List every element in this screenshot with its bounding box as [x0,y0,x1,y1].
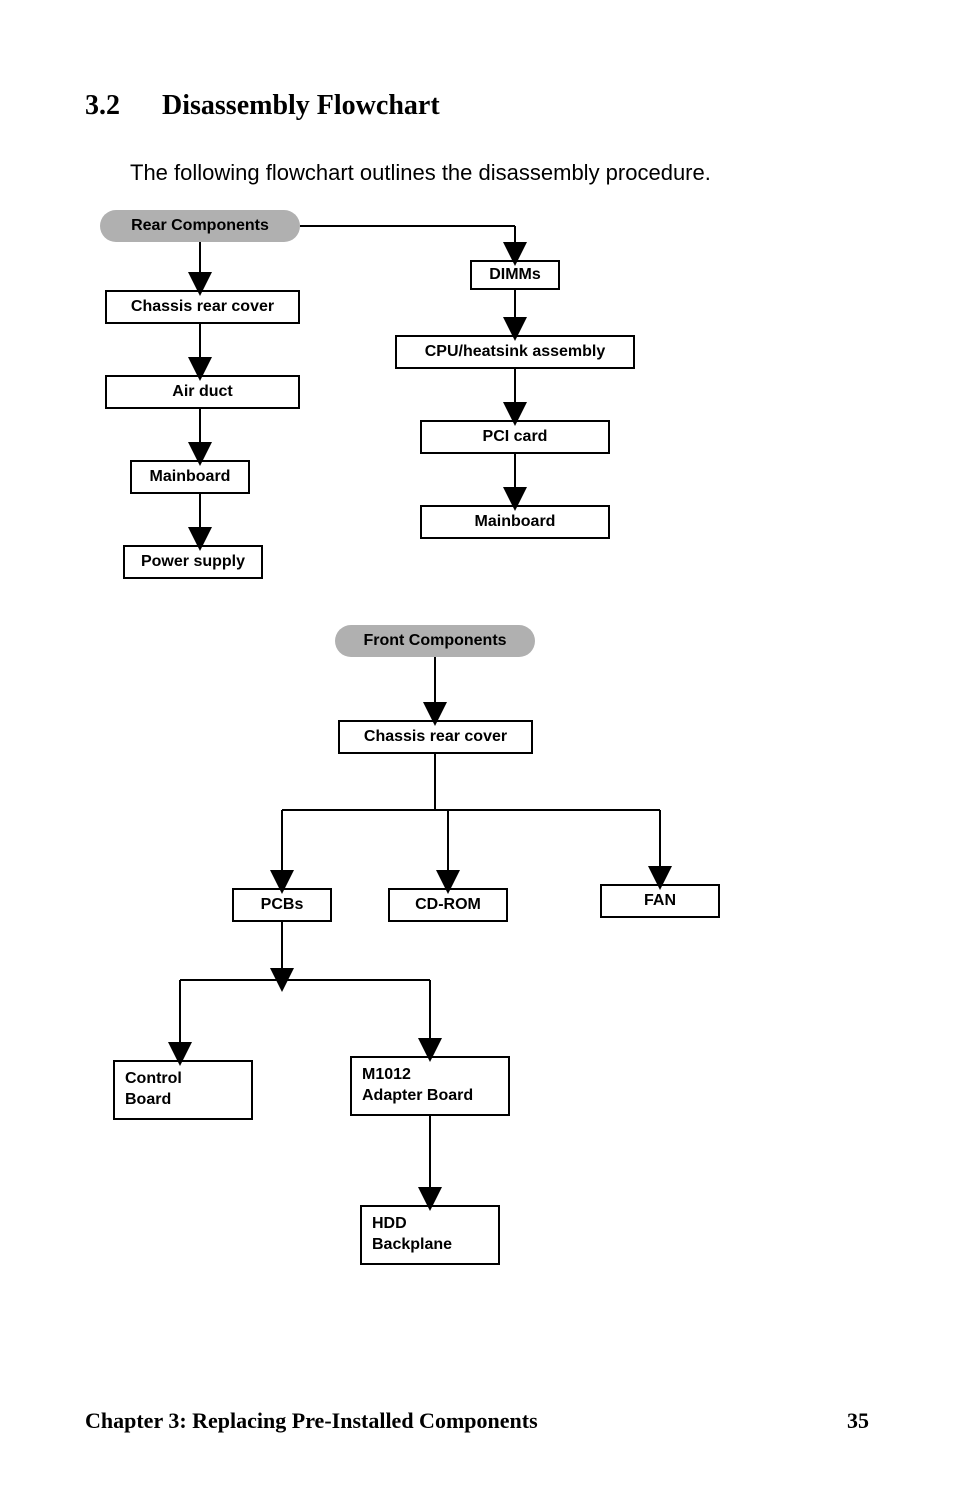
front-components-start: Front Components [335,625,535,657]
heading-number: 3.2 [85,90,120,121]
heading-title: Disassembly Flowchart [162,90,440,121]
box-dimms: DIMMs [470,260,560,290]
rear-components-start: Rear Components [100,210,300,242]
box-power-supply: Power supply [123,545,263,579]
box-m1012-line1: M1012 [362,1065,411,1086]
box-cdrom: CD-ROM [388,888,508,922]
box-chassis-rear-cover-1: Chassis rear cover [105,290,300,324]
box-m1012-line2: Adapter Board [362,1086,473,1107]
intro-text: The following flowchart outlines the dis… [130,160,711,186]
box-m1012-adapter: M1012 Adapter Board [350,1056,510,1116]
box-control-board-line2: Board [125,1090,171,1111]
box-cpu-heatsink: CPU/heatsink assembly [395,335,635,369]
box-fan: FAN [600,884,720,918]
box-control-board: Control Board [113,1060,253,1120]
box-pcbs: PCBs [232,888,332,922]
footer-chapter: Chapter 3: Replacing Pre-Installed Compo… [85,1408,538,1434]
box-hdd-line2: Backplane [372,1235,452,1256]
box-hdd-line1: HDD [372,1214,407,1235]
box-hdd-backplane: HDD Backplane [360,1205,500,1265]
box-control-board-line1: Control [125,1069,182,1090]
section-heading: 3.2 Disassembly Flowchart [85,90,440,122]
box-pci-card: PCI card [420,420,610,454]
box-chassis-rear-cover-2: Chassis rear cover [338,720,533,754]
box-air-duct: Air duct [105,375,300,409]
footer-page-number: 35 [847,1408,869,1434]
box-mainboard-right: Mainboard [420,505,610,539]
box-mainboard-left: Mainboard [130,460,250,494]
